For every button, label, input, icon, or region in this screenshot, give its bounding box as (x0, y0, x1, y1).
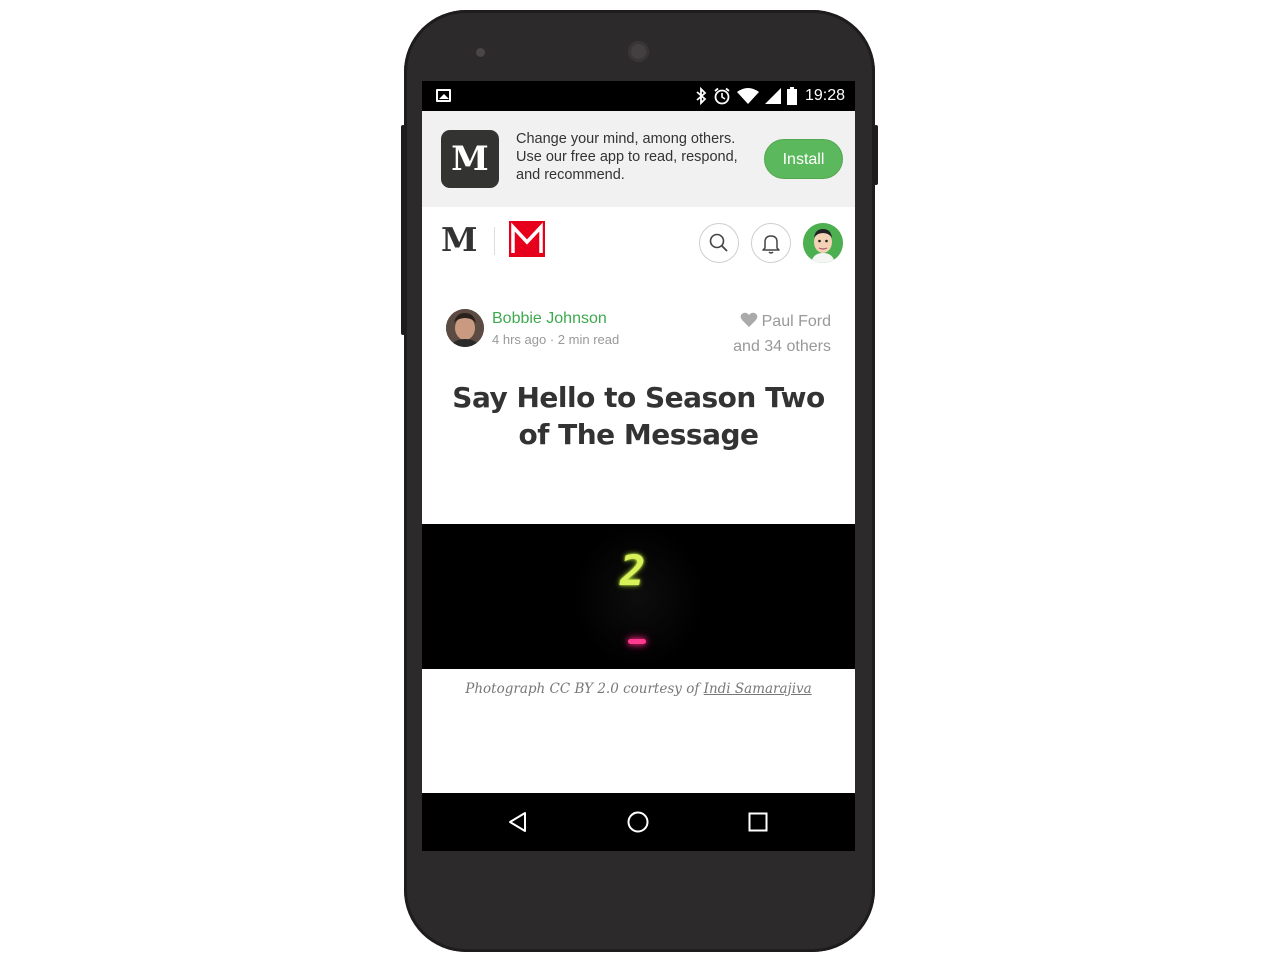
home-icon[interactable] (626, 810, 650, 834)
meta-separator: · (549, 332, 555, 347)
bell-icon (762, 235, 780, 254)
battery-icon (787, 87, 797, 105)
image-caption: Photograph CC BY 2.0 courtesy of Indi Sa… (422, 681, 855, 697)
bluetooth-icon (696, 87, 707, 105)
image-digit: 2 (620, 546, 646, 595)
install-button[interactable]: Install (764, 139, 843, 179)
post-time-ago: 4 hrs ago (492, 332, 547, 347)
banner-text: Change your mind, among others. Use our … (516, 131, 738, 183)
recommended-by[interactable]: Paul Ford and 34 others (733, 309, 831, 359)
post-title[interactable]: Say Hello to Season Two of The Message (446, 379, 831, 453)
phone-sensor (476, 48, 485, 57)
alarm-icon (714, 87, 730, 105)
avatar-illustration (803, 223, 843, 263)
app-install-banner: M Change your mind, among others. Use ou… (422, 111, 855, 207)
read-time: 2 min read (557, 332, 620, 347)
search-icon (709, 233, 728, 252)
user-avatar[interactable] (803, 223, 843, 263)
heart-icon (740, 312, 758, 327)
phone-screen: 19:28 M Change your mind, among others. … (422, 81, 855, 851)
recents-icon[interactable] (746, 810, 770, 834)
author-photo (446, 309, 484, 347)
recommender-name: Paul Ford (761, 313, 831, 330)
publication-logo-icon[interactable] (508, 220, 546, 258)
status-time: 19:28 (804, 87, 845, 104)
recommender-others: and 34 others (733, 338, 831, 355)
medium-logo[interactable]: M (441, 221, 478, 259)
nav-divider (494, 227, 495, 255)
wifi-icon (737, 88, 759, 104)
image-icon (436, 89, 451, 102)
status-bar: 19:28 (422, 81, 855, 111)
top-nav: M (422, 207, 855, 279)
caption-text: Photograph CC BY 2.0 courtesy of (465, 681, 700, 697)
author-avatar[interactable] (446, 309, 484, 347)
phone-camera (628, 41, 649, 62)
post-subline: 4 hrs ago · 2 min read (492, 332, 619, 347)
search-button[interactable] (699, 223, 739, 263)
status-icons (695, 86, 797, 106)
medium-app-logo: M (441, 130, 499, 188)
author-name-link[interactable]: Bobbie Johnson (492, 310, 607, 328)
caption-link[interactable]: Indi Samarajiva (704, 681, 812, 697)
recommender-line: Paul Ford (733, 309, 831, 334)
notifications-button[interactable] (751, 223, 791, 263)
post-image: 2 (422, 524, 855, 669)
image-led-light (628, 639, 646, 644)
system-nav-bar (422, 793, 855, 851)
signal-icon (765, 88, 781, 104)
back-icon[interactable] (506, 810, 530, 834)
